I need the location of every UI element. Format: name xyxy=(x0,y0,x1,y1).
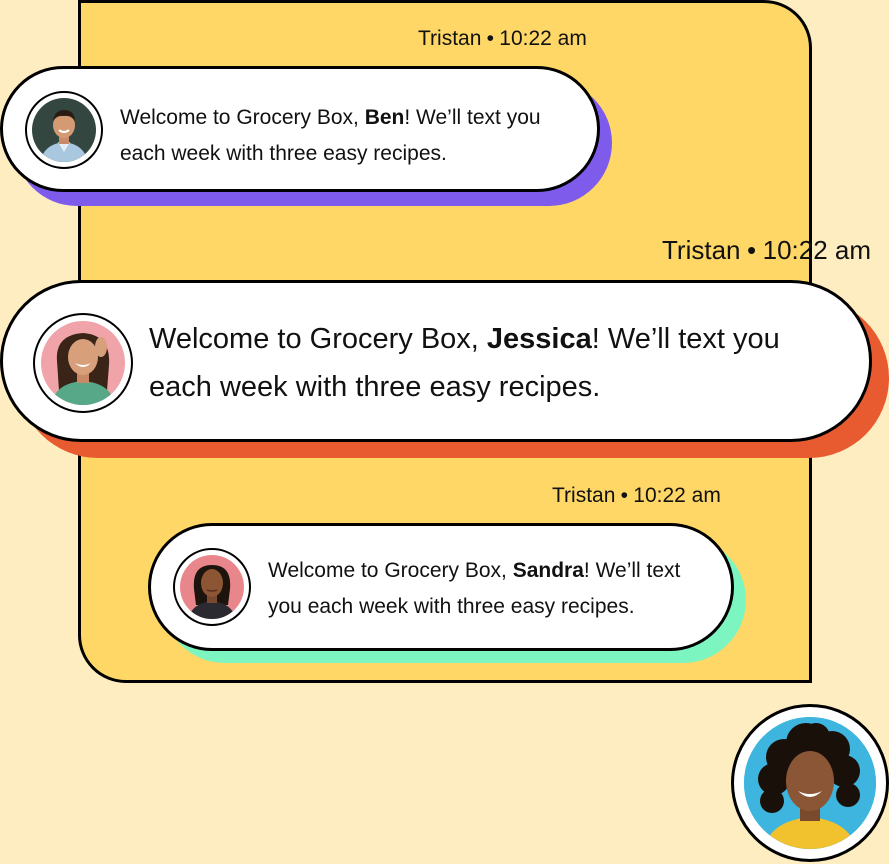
avatar-ring xyxy=(173,548,251,626)
message-text-end: ! We’ll text you xyxy=(404,106,541,129)
message-text-start: Welcome to Grocery Box, xyxy=(149,323,487,355)
sender-name: Tristan xyxy=(552,484,616,507)
message-time: 10:22 am xyxy=(499,27,587,50)
avatar-ring xyxy=(25,91,103,169)
user-avatar xyxy=(744,717,876,849)
message-meta: Tristan • 10:22 am xyxy=(662,235,871,266)
message-text: Welcome to Grocery Box, Jessica! We’ll t… xyxy=(149,315,780,411)
message-time: 10:22 am xyxy=(633,484,721,507)
message-bubble[interactable]: Welcome to Grocery Box, Jessica! We’ll t… xyxy=(0,280,889,460)
message-text-line2: each week with three easy recipes. xyxy=(120,142,447,165)
message-text-line2: each week with three easy recipes. xyxy=(149,371,601,403)
recipient-name: Sandra xyxy=(512,559,584,582)
message-bubble[interactable]: Welcome to Grocery Box, Ben! We’ll text … xyxy=(0,66,612,206)
message-text-start: Welcome to Grocery Box, xyxy=(120,106,365,129)
recipient-name: Ben xyxy=(364,106,405,129)
recipient-name: Jessica xyxy=(486,323,592,355)
avatar xyxy=(32,98,96,162)
message-bubble[interactable]: Welcome to Grocery Box, Sandra! We’ll te… xyxy=(148,523,746,663)
user-avatar-ring xyxy=(731,704,889,862)
avatar-ring xyxy=(33,313,133,413)
separator-dot: • xyxy=(486,27,495,50)
message-meta: Tristan • 10:22 am xyxy=(418,27,587,51)
sender-name: Tristan xyxy=(418,27,482,50)
message-text-end: ! We’ll text you xyxy=(591,323,780,355)
message-text-line2: you each week with three easy recipes. xyxy=(268,595,635,618)
message-text: Welcome to Grocery Box, Ben! We’ll text … xyxy=(120,100,541,172)
separator-dot: • xyxy=(620,484,629,507)
sender-name: Tristan xyxy=(662,235,741,265)
message-text: Welcome to Grocery Box, Sandra! We’ll te… xyxy=(268,553,680,625)
message-text-start: Welcome to Grocery Box, xyxy=(268,559,513,582)
avatar xyxy=(180,555,244,619)
avatar xyxy=(41,321,125,405)
message-time: 10:22 am xyxy=(762,235,872,265)
message-text-end: ! We’ll text xyxy=(583,559,681,582)
separator-dot: • xyxy=(747,235,757,265)
message-meta: Tristan • 10:22 am xyxy=(552,484,721,508)
